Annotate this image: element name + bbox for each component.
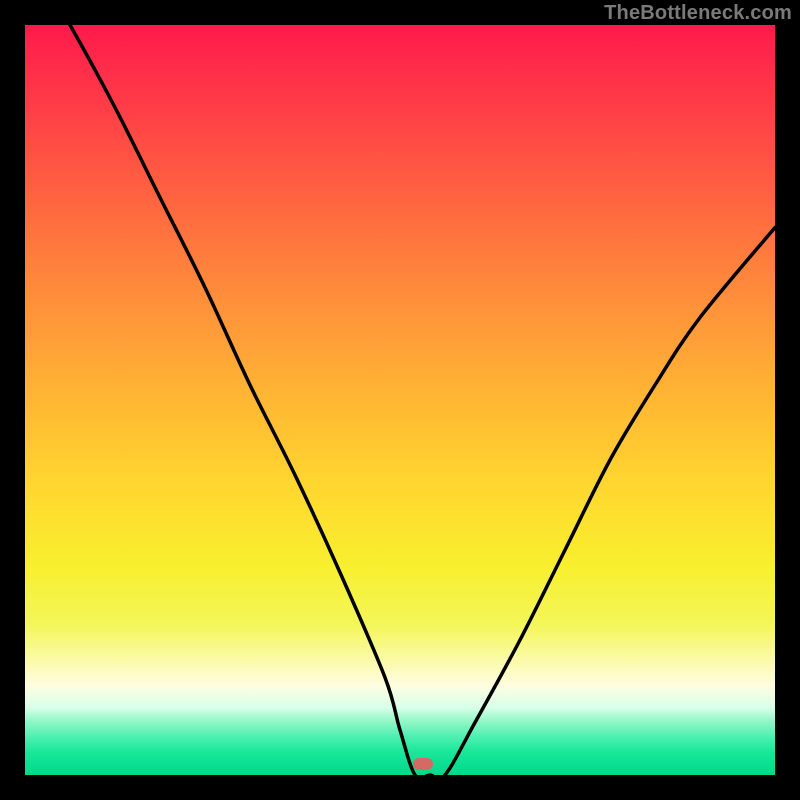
plot-area — [25, 25, 775, 775]
optimal-marker — [413, 758, 433, 770]
chart-frame: TheBottleneck.com — [0, 0, 800, 800]
watermark-text: TheBottleneck.com — [604, 2, 792, 25]
bottleneck-curve — [25, 25, 775, 775]
